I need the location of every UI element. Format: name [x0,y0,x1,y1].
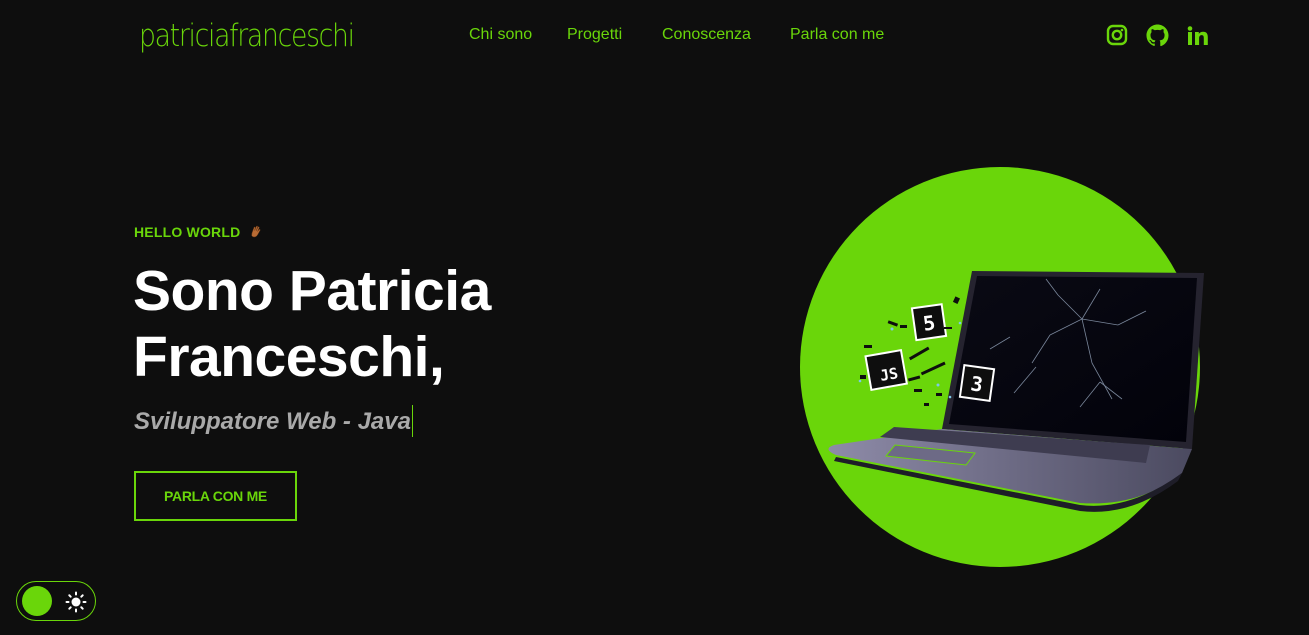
hero-headline-line2: Franceschi, [133,325,445,389]
javascript-badge: JS [879,364,900,385]
nav-item-chi-sono[interactable]: Chi sono [469,26,532,44]
hero-role-typed: Sviluppatore Web - Java [134,405,413,437]
hero-role-text: Sviluppatore Web - Java [134,408,411,435]
linkedin-icon[interactable] [1187,26,1209,46]
parla-con-me-button[interactable]: PARLA CON ME [134,471,297,521]
github-icon[interactable] [1146,24,1169,47]
nav-item-parla-con-me[interactable]: Parla con me [790,26,884,44]
hero-greeting-text: HELLO WORLD [134,224,241,240]
hero-laptop-image: 5 JS 3 [800,167,1210,567]
theme-toggle[interactable] [16,581,96,621]
instagram-icon[interactable] [1106,24,1128,46]
nav-item-progetti[interactable]: Progetti [567,26,622,44]
hero-headline: Sono Patricia Franceschi, [133,258,653,390]
site-logo[interactable]: patriciafranceschi [139,18,355,54]
hero-greeting: HELLO WORLD [134,224,263,240]
theme-toggle-knob [22,586,52,616]
waving-hand-icon [249,225,263,239]
nav-item-conoscenza[interactable]: Conoscenza [662,26,751,44]
typing-caret [411,405,413,437]
hero-headline-line1: Sono Patricia [133,259,491,323]
sun-icon [65,591,87,613]
